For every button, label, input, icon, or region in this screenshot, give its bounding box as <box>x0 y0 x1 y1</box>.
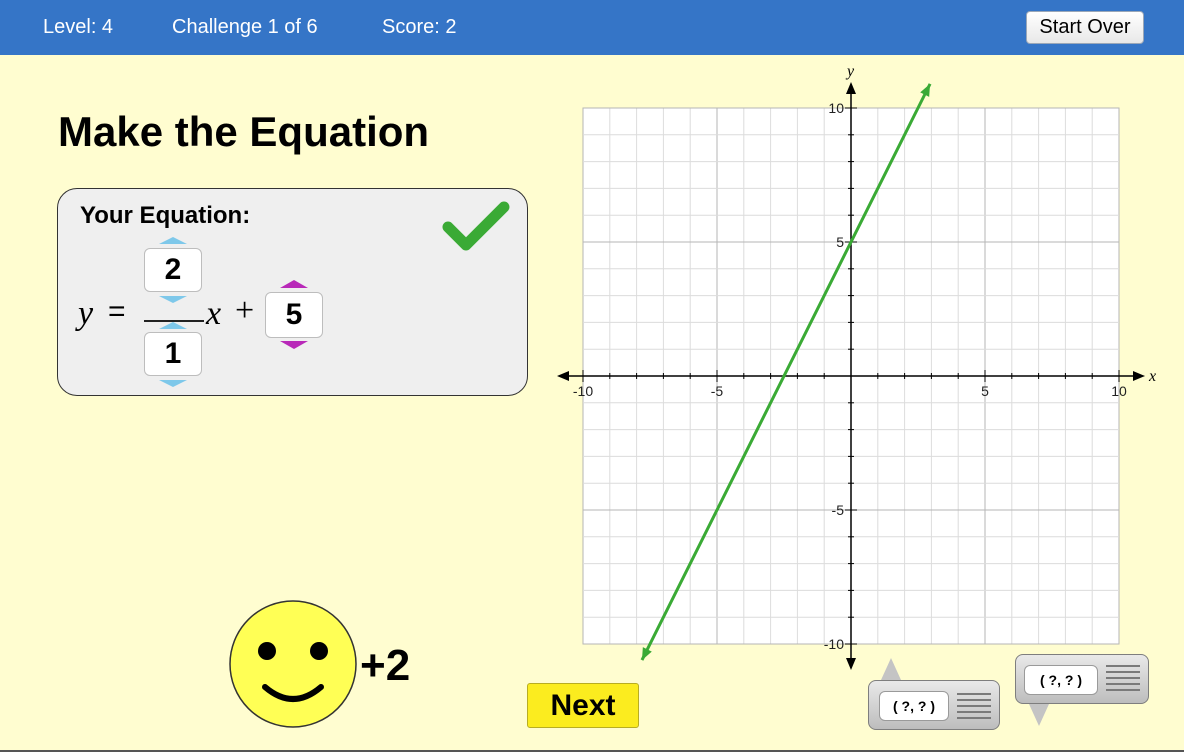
probe-pointer-icon <box>1029 704 1049 726</box>
equation-label: Your Equation: <box>80 202 251 229</box>
y-tick-label: -10 <box>824 636 844 652</box>
y-axis-up-arrow-icon <box>846 82 856 94</box>
denominator-spinner[interactable]: 1 <box>144 332 202 376</box>
equation-plus: + <box>235 292 255 329</box>
probe-grip-icon[interactable] <box>957 693 991 721</box>
probe-body[interactable]: ( ?, ? ) <box>868 680 1000 730</box>
point-probe-right[interactable]: ( ?, ? ) <box>1015 654 1149 726</box>
x-axis-left-arrow-icon <box>557 371 569 381</box>
x-axis-right-arrow-icon <box>1133 371 1145 381</box>
y-tick-label: 5 <box>836 234 844 250</box>
intercept-up-arrow-icon[interactable] <box>280 280 308 288</box>
intercept-spinner[interactable]: 5 <box>265 292 323 338</box>
x-axis-label: x <box>1148 368 1156 385</box>
level-indicator: Level: 4 <box>43 16 114 38</box>
y-axis-label: y <box>845 63 855 80</box>
probe-pointer-icon <box>881 658 901 680</box>
numerator-up-arrow-icon[interactable] <box>159 237 187 244</box>
intercept-down-arrow-icon[interactable] <box>280 341 308 349</box>
x-tick-label: -10 <box>573 383 593 399</box>
x-tick-label: -5 <box>711 383 724 399</box>
challenge-indicator: Challenge 1 of 6 <box>172 16 318 38</box>
y-axis-down-arrow-icon <box>846 658 856 670</box>
point-probe-left[interactable]: ( ?, ? ) <box>868 658 1000 730</box>
probe-body[interactable]: ( ?, ? ) <box>1015 654 1149 704</box>
equation-equals: = <box>108 295 126 328</box>
numerator-spinner[interactable]: 2 <box>144 248 202 292</box>
probe-grip-icon[interactable] <box>1106 665 1140 693</box>
denominator-up-arrow-icon[interactable] <box>159 322 187 329</box>
y-tick-label: 10 <box>828 100 844 116</box>
equation-panel: Your Equation: y = 2 1 x + 5 <box>57 188 528 396</box>
y-tick-label: -5 <box>832 502 845 518</box>
reward-points: +2 <box>360 641 411 690</box>
x-tick-label: 5 <box>981 383 989 399</box>
smiley-face-icon <box>229 600 357 728</box>
start-over-button[interactable]: Start Over <box>1026 11 1144 44</box>
denominator-down-arrow-icon[interactable] <box>159 380 187 387</box>
equation-y: y <box>78 295 94 332</box>
probe-coordinate-label: ( ?, ? ) <box>879 691 949 721</box>
page-title: Make the Equation <box>58 108 430 155</box>
numerator-down-arrow-icon[interactable] <box>159 296 187 303</box>
score-indicator: Score: 2 <box>382 16 457 38</box>
next-button[interactable]: Next <box>527 683 639 728</box>
equation-x: x <box>206 295 222 332</box>
x-tick-label: 10 <box>1111 383 1127 399</box>
probe-coordinate-label: ( ?, ? ) <box>1024 665 1098 695</box>
coordinate-graph[interactable]: -10 -5 5 10 10 5 -5 -10 x y <box>550 60 1170 680</box>
check-icon <box>442 201 510 251</box>
top-bar: Level: 4 Challenge 1 of 6 Score: 2 Start… <box>0 0 1184 55</box>
